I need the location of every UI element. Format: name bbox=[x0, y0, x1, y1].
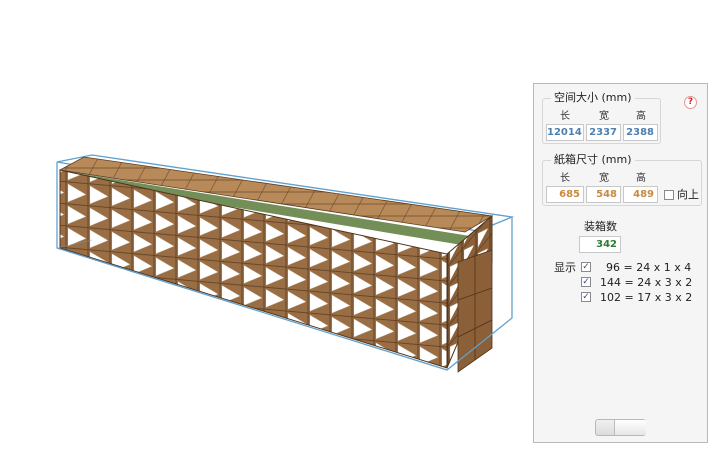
display-row-text-2: 144 = 24 x 3 x 2 bbox=[600, 276, 693, 289]
space-length-field[interactable]: 12014 bbox=[546, 124, 584, 141]
display-row-checkbox-3[interactable]: ✓ bbox=[581, 292, 591, 302]
display-row-checkbox-1[interactable]: ✓ bbox=[581, 262, 591, 272]
carton-header-height: 高 bbox=[636, 173, 646, 184]
space-header-length: 长 bbox=[560, 111, 570, 122]
space-height-field[interactable]: 2388 bbox=[623, 124, 658, 141]
display-row-text-1: 96 = 24 x 1 x 4 bbox=[606, 261, 692, 274]
toggle-knob[interactable] bbox=[614, 420, 646, 435]
space-size-group: 空间大小 (mm) 长 宽 高 12014 2337 2388 bbox=[542, 90, 661, 144]
display-row-text-3: 102 = 17 x 3 x 2 bbox=[600, 291, 693, 304]
carton-count-field: 342 bbox=[579, 236, 621, 253]
question-icon[interactable]: ? bbox=[684, 96, 697, 109]
container-3d-view bbox=[56, 154, 515, 373]
space-width-field[interactable]: 2337 bbox=[586, 124, 621, 141]
carton-header-length: 长 bbox=[560, 173, 570, 184]
display-row-checkbox-2[interactable]: ✓ bbox=[581, 277, 591, 287]
3d-viewport[interactable] bbox=[0, 0, 532, 458]
carton-count-label: 装箱数 bbox=[584, 220, 617, 233]
carton-header-width: 宽 bbox=[599, 173, 609, 184]
upright-checkbox[interactable] bbox=[664, 190, 674, 200]
carton-size-group: 紙箱尺寸 (mm) 长 宽 高 685 548 489 向上 bbox=[542, 152, 702, 206]
space-header-height: 高 bbox=[636, 111, 646, 122]
carton-length-field[interactable]: 685 bbox=[546, 186, 584, 203]
settings-panel: ? 空间大小 (mm) 长 宽 高 12014 2337 2388 紙箱尺寸 (… bbox=[533, 83, 708, 443]
upright-label: 向上 bbox=[677, 188, 699, 201]
display-label: 显示 bbox=[554, 261, 576, 274]
carton-size-title: 紙箱尺寸 (mm) bbox=[551, 152, 635, 168]
carton-height-field[interactable]: 489 bbox=[623, 186, 658, 203]
carton-width-field[interactable]: 548 bbox=[586, 186, 621, 203]
space-size-title: 空间大小 (mm) bbox=[551, 90, 635, 106]
view-toggle-switch[interactable] bbox=[595, 419, 646, 436]
space-header-width: 宽 bbox=[599, 111, 609, 122]
